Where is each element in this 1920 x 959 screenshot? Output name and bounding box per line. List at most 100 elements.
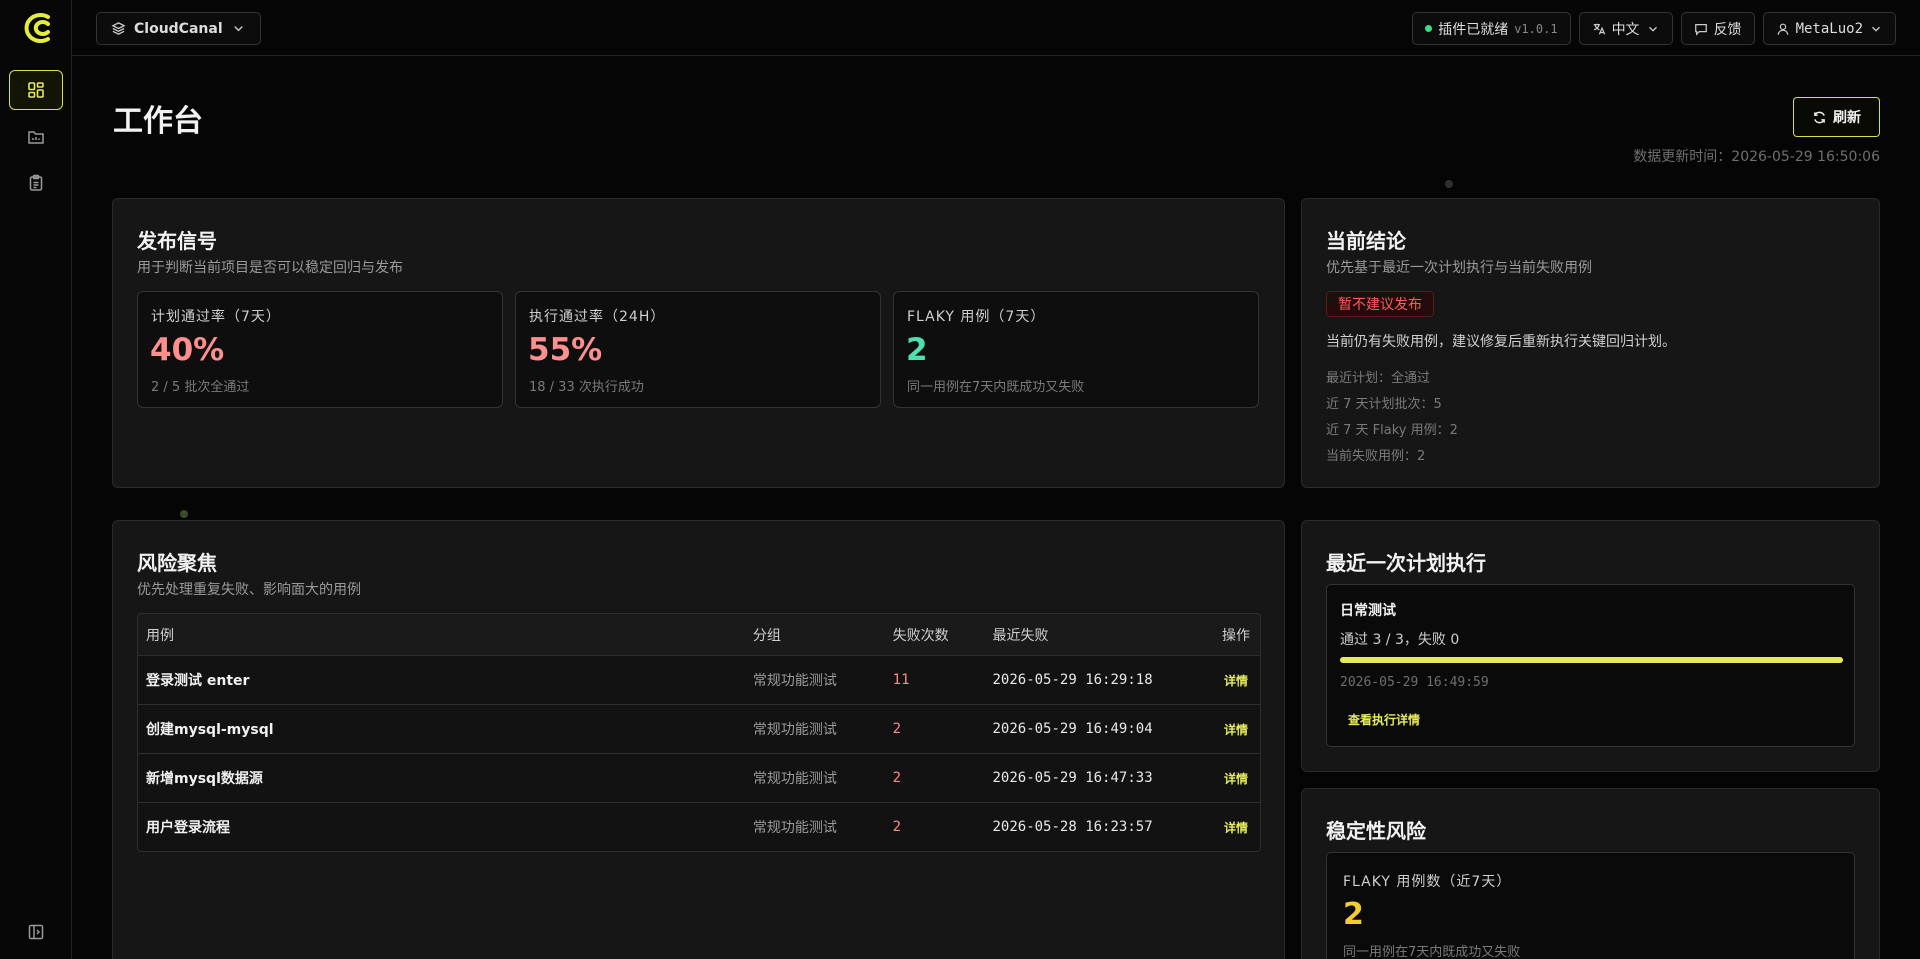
- fail-count: 11: [892, 672, 910, 688]
- sidebar-collapse-button[interactable]: [9, 912, 63, 952]
- col-fail-count[interactable]: 失败次数: [893, 625, 993, 645]
- flaky-value: 2: [1343, 897, 1364, 932]
- chevron-down-icon: [233, 26, 243, 32]
- risk-focus-card: 风险聚焦 优先处理重复失败、影响面大的用例 用例 分组 失败次数 最近失败 操作…: [112, 520, 1285, 959]
- project-select[interactable]: CloudCanal: [96, 12, 261, 45]
- detail-link[interactable]: 详情: [1224, 723, 1248, 737]
- col-group[interactable]: 分组: [753, 625, 893, 645]
- verdict-badge: 暂不建议发布: [1326, 291, 1434, 317]
- release-signal-card: 发布信号 用于判断当前项目是否可以稳定回归与发布 计划通过率（7天） 40% 2…: [112, 198, 1285, 488]
- sidebar-collapse-icon: [28, 924, 44, 940]
- clipboard-icon: [29, 174, 43, 191]
- user-menu[interactable]: MetaLuo2: [1762, 12, 1896, 45]
- feedback-label: 反馈: [1713, 21, 1742, 38]
- update-time: 数据更新时间：2026-05-29 16:50:06: [1633, 149, 1880, 165]
- sidebar-item-plans[interactable]: [9, 163, 63, 203]
- metric-flaky-cases[interactable]: FLAKY 用例（7天） 2 同一用例在7天内既成功又失败: [893, 291, 1259, 408]
- sidebar-item-dashboard[interactable]: [9, 70, 63, 110]
- exec-progress-bar: [1340, 657, 1843, 663]
- table-header: 用例 分组 失败次数 最近失败 操作: [138, 614, 1260, 655]
- case-name: 创建mysql-mysql: [146, 722, 274, 738]
- card-title: 稳定性风险: [1326, 819, 1426, 843]
- chevron-down-icon: [1648, 26, 1657, 32]
- table-row[interactable]: 创建mysql-mysql 常规功能测试 2 2026-05-29 16:49:…: [138, 704, 1260, 753]
- view-exec-detail-link[interactable]: 查看执行详情: [1348, 711, 1420, 728]
- metric-value: 55%: [528, 332, 603, 368]
- col-last-fail[interactable]: 最近失败: [992, 625, 1212, 645]
- user-icon: [1777, 23, 1788, 35]
- card-subtitle: 优先基于最近一次计划执行与当前失败用例: [1326, 260, 1592, 276]
- metric-exec-pass-rate[interactable]: 执行通过率（24H） 55% 18 / 33 次执行成功: [515, 291, 881, 408]
- sidebar-item-reports[interactable]: [9, 117, 63, 157]
- exec-plan-name: 日常测试: [1340, 603, 1396, 619]
- card-title: 风险聚焦: [137, 551, 217, 575]
- folder-chart-icon: [28, 131, 44, 144]
- card-title: 最近一次计划执行: [1326, 551, 1486, 575]
- verdict-text: 当前仍有失败用例，建议修复后重新执行关键回归计划。: [1326, 334, 1676, 350]
- detail-link[interactable]: 详情: [1224, 674, 1248, 688]
- project-name: CloudCanal: [134, 20, 223, 37]
- card-subtitle: 优先处理重复失败、影响面大的用例: [137, 582, 361, 598]
- language-select[interactable]: 中文: [1578, 12, 1673, 45]
- plugin-status-text: 插件已就绪: [1438, 21, 1509, 38]
- refresh-icon: [1814, 111, 1825, 123]
- decor-dot: [1445, 180, 1453, 188]
- metric-value: 2: [906, 332, 928, 368]
- latest-exec-card: 最近一次计划执行 日常测试 通过 3 / 3，失败 0 2026-05-29 1…: [1301, 520, 1880, 772]
- exec-time: 2026-05-29 16:49:59: [1340, 675, 1489, 690]
- translate-icon: [1593, 23, 1605, 34]
- flaky-summary: FLAKY 用例数（近7天） 2 同一用例在7天内既成功又失败: [1326, 852, 1855, 959]
- metric-note: 18 / 33 次执行成功: [529, 380, 644, 395]
- user-name: MetaLuo2: [1795, 20, 1863, 37]
- case-name: 用户登录流程: [146, 820, 230, 836]
- metric-label: 计划通过率（7天）: [151, 309, 281, 325]
- flaky-label: FLAKY 用例数（近7天）: [1343, 874, 1512, 890]
- exec-result: 通过 3 / 3，失败 0: [1340, 632, 1460, 648]
- table-row[interactable]: 新增mysql数据源 常规功能测试 2 2026-05-29 16:47:33 …: [138, 753, 1260, 802]
- fail-count: 2: [892, 721, 902, 737]
- metric-value: 40%: [150, 332, 225, 368]
- col-case[interactable]: 用例: [138, 625, 753, 645]
- refresh-label: 刷新: [1833, 110, 1861, 126]
- stat-flaky-cases: 近 7 天 Flaky 用例：2: [1326, 423, 1458, 438]
- risk-table: 用例 分组 失败次数 最近失败 操作 登录测试 enter 常规功能测试 11 …: [137, 613, 1261, 852]
- case-group: 常规功能测试: [752, 771, 837, 787]
- card-subtitle: 用于判断当前项目是否可以稳定回归与发布: [137, 260, 403, 276]
- card-title: 发布信号: [137, 229, 217, 253]
- language-label: 中文: [1611, 21, 1640, 38]
- metric-plan-pass-rate[interactable]: 计划通过率（7天） 40% 2 / 5 批次全通过: [137, 291, 503, 408]
- sidebar: [0, 0, 72, 959]
- grid-icon: [28, 82, 44, 98]
- feedback-button[interactable]: 反馈: [1680, 12, 1755, 45]
- fail-count: 2: [892, 819, 902, 835]
- metric-label: 执行通过率（24H）: [529, 309, 666, 325]
- last-fail-time: 2026-05-29 16:47:33: [992, 770, 1153, 786]
- cloudcanal-logo[interactable]: [18, 12, 54, 44]
- last-fail-time: 2026-05-29 16:49:04: [992, 721, 1153, 737]
- detail-link[interactable]: 详情: [1224, 772, 1248, 786]
- stat-plan-batches: 近 7 天计划批次：5: [1326, 397, 1442, 412]
- page-title: 工作台: [113, 104, 203, 139]
- flaky-note: 同一用例在7天内既成功又失败: [1343, 945, 1521, 959]
- conclusion-card: 当前结论 优先基于最近一次计划执行与当前失败用例 暂不建议发布 当前仍有失败用例…: [1301, 198, 1880, 488]
- fail-count: 2: [892, 770, 902, 786]
- table-row[interactable]: 登录测试 enter 常规功能测试 11 2026-05-29 16:29:18…: [138, 655, 1260, 704]
- chevron-down-icon: [1872, 26, 1880, 32]
- last-fail-time: 2026-05-29 16:29:18: [992, 672, 1153, 688]
- table-row[interactable]: 用户登录流程 常规功能测试 2 2026-05-28 16:23:57 详情: [138, 802, 1260, 851]
- case-name: 登录测试 enter: [146, 673, 250, 689]
- status-dot: [1425, 25, 1433, 32]
- topbar: CloudCanal 插件已就绪 v1.0.1 中文 反馈 MetaLuo2: [72, 0, 1920, 56]
- detail-link[interactable]: 详情: [1224, 821, 1248, 835]
- refresh-button[interactable]: 刷新: [1793, 97, 1880, 137]
- metric-note: 同一用例在7天内既成功又失败: [907, 380, 1085, 395]
- plugin-status[interactable]: 插件已就绪 v1.0.1: [1412, 12, 1571, 45]
- card-title: 当前结论: [1326, 229, 1406, 253]
- case-group: 常规功能测试: [752, 820, 837, 836]
- stability-risk-card: 稳定性风险 FLAKY 用例数（近7天） 2 同一用例在7天内既成功又失败: [1301, 788, 1880, 959]
- col-action: 操作: [1222, 627, 1251, 644]
- stat-latest-plan: 最近计划：全通过: [1326, 371, 1431, 386]
- stat-failing-cases: 当前失败用例：2: [1326, 449, 1426, 464]
- message-icon: [1694, 23, 1707, 36]
- last-fail-time: 2026-05-28 16:23:57: [992, 819, 1153, 835]
